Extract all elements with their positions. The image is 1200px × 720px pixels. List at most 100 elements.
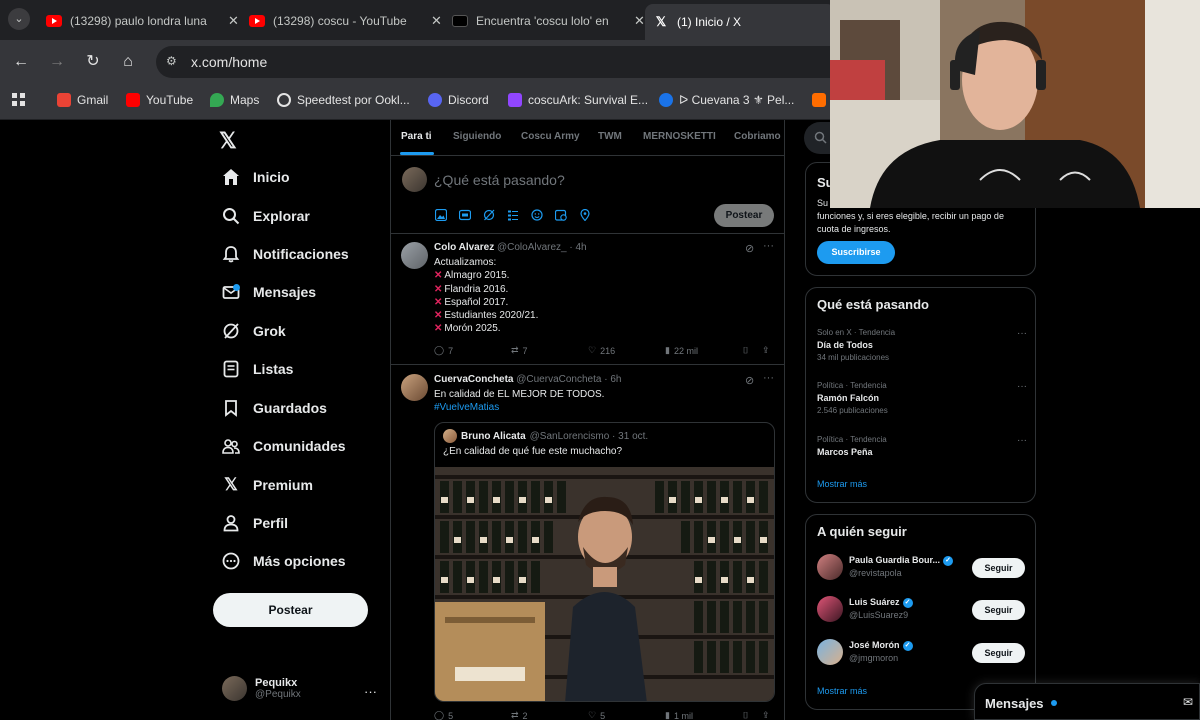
schedule-icon[interactable] bbox=[554, 208, 569, 222]
bookmark-cuevana[interactable]: ᐅ Cuevana 3 ⚜ Pel... bbox=[659, 93, 794, 107]
trend-item[interactable]: Política · Tendencia Marcos Peña ··· bbox=[817, 435, 1027, 457]
views-button[interactable]: ▮ 22 mil bbox=[665, 345, 698, 356]
list-icon bbox=[221, 359, 241, 379]
emoji-icon[interactable] bbox=[531, 208, 545, 222]
gif-icon[interactable] bbox=[458, 208, 473, 222]
bookmark-twitch[interactable]: coscuArk: Survival E... bbox=[508, 93, 648, 107]
composer-post-button[interactable]: Postear bbox=[714, 204, 774, 227]
bookmark-discord[interactable]: Discord bbox=[428, 93, 489, 107]
forward-arrow-icon[interactable]: → bbox=[46, 51, 68, 73]
more-icon[interactable]: ··· bbox=[1017, 435, 1027, 446]
browser-tab-active[interactable]: 𝕏 (1) Inicio / X bbox=[645, 4, 835, 40]
x-logo-icon[interactable]: 𝕏 bbox=[219, 128, 237, 154]
bookmark-overflow[interactable] bbox=[812, 93, 832, 107]
tab-twm[interactable]: TWM bbox=[598, 131, 622, 142]
grok-icon[interactable] bbox=[483, 208, 497, 222]
retweet-button[interactable]: ⇄ 2 bbox=[511, 710, 528, 720]
trend-item[interactable]: Solo en X · Tendencia Día de Todos 34 mi… bbox=[817, 328, 1027, 362]
tab-search-chevron-icon[interactable]: ⌄ bbox=[8, 8, 30, 30]
bookmark-icon[interactable]: ⌷ bbox=[743, 710, 748, 720]
suggestion-handle: @revistapola bbox=[849, 568, 902, 578]
location-icon[interactable] bbox=[579, 208, 593, 222]
reload-icon[interactable]: ↻ bbox=[82, 51, 104, 73]
follow-button[interactable]: Seguir bbox=[972, 643, 1025, 663]
sidebar-item-mensajes[interactable]: Mensajes bbox=[221, 278, 316, 306]
sidebar-item-listas[interactable]: Listas bbox=[221, 355, 293, 383]
sidebar-item-perfil[interactable]: Perfil bbox=[221, 509, 288, 537]
bookmark-gmail[interactable]: Gmail bbox=[57, 93, 108, 107]
browser-tab[interactable]: (13298) coscu - YouTube ✕ bbox=[249, 6, 442, 36]
sidebar-item-comunidades[interactable]: Comunidades bbox=[221, 432, 346, 460]
composer-input[interactable]: ¿Qué está pasando? bbox=[434, 172, 565, 188]
twitch-icon bbox=[508, 93, 522, 107]
home-icon[interactable]: ⌂ bbox=[117, 51, 139, 73]
grok-icon[interactable]: ⊘ bbox=[745, 374, 754, 387]
trend-posts: 34 mil publicaciones bbox=[817, 353, 890, 362]
follow-suggestion[interactable]: Paula Guardia Bour... ✓ @revistapola Segu… bbox=[817, 554, 1027, 582]
trend-item[interactable]: Política · Tendencia Ramón Falcón 2.546 … bbox=[817, 381, 1027, 415]
more-icon[interactable]: ··· bbox=[763, 240, 774, 252]
close-icon[interactable]: ✕ bbox=[431, 13, 442, 29]
sidebar-item-inicio[interactable]: Inicio bbox=[221, 163, 290, 191]
subscribe-button[interactable]: Suscribirse bbox=[817, 241, 895, 264]
apps-grid-icon[interactable] bbox=[12, 93, 26, 107]
avatar[interactable] bbox=[401, 242, 428, 269]
sidebar-item-notificaciones[interactable]: Notificaciones bbox=[221, 240, 349, 268]
show-more-link[interactable]: Mostrar más bbox=[817, 686, 867, 696]
sidebar-item-mas-opciones[interactable]: Más opciones bbox=[221, 547, 346, 575]
poll-icon[interactable] bbox=[507, 208, 521, 222]
post-button[interactable]: Postear bbox=[213, 593, 368, 627]
tweet-author-name[interactable]: Colo Alvarez bbox=[434, 242, 494, 253]
tab-cobriamo[interactable]: Cobriamo bbox=[734, 131, 781, 142]
quoted-photo[interactable] bbox=[435, 467, 774, 701]
follow-button[interactable]: Seguir bbox=[972, 558, 1025, 578]
follow-suggestion[interactable]: José Morón ✓ @jmgmoron Seguir bbox=[817, 639, 1027, 667]
follow-button[interactable]: Seguir bbox=[972, 600, 1025, 620]
sidebar-item-grok[interactable]: Grok bbox=[221, 317, 286, 345]
new-message-icon[interactable]: ✉ bbox=[1183, 695, 1193, 709]
tab-siguiendo[interactable]: Siguiendo bbox=[453, 131, 501, 142]
bookmark-icon bbox=[221, 398, 241, 418]
grok-icon[interactable]: ⊘ bbox=[745, 242, 754, 255]
hashtag-link[interactable]: #VuelveMatias bbox=[434, 401, 604, 414]
browser-tab[interactable]: (13298) paulo londra luna ✕ bbox=[46, 6, 239, 36]
bookmark-speedtest[interactable]: Speedtest por Ookl... bbox=[277, 93, 410, 107]
more-icon[interactable]: ··· bbox=[1017, 328, 1027, 339]
account-switcher[interactable]: Pequikx @Pequikx bbox=[222, 676, 301, 701]
bookmark-youtube[interactable]: YouTube bbox=[126, 93, 193, 107]
avatar[interactable] bbox=[401, 374, 428, 401]
tweet[interactable]: CuervaConcheta @CuervaConcheta · 6h ⊘ ··… bbox=[391, 366, 784, 720]
close-icon[interactable]: ✕ bbox=[634, 13, 645, 29]
tweet[interactable]: Colo Alvarez @ColoAlvarez_ · 4h ⊘ ··· Ac… bbox=[391, 234, 784, 365]
address-bar[interactable]: ⚙ x.com/home bbox=[156, 46, 856, 78]
quoted-tweet[interactable]: Bruno Alicata @SanLorencismo · 31 oct. ¿… bbox=[434, 422, 775, 702]
show-more-link[interactable]: Mostrar más bbox=[817, 479, 867, 489]
reply-button[interactable]: ◯ 7 bbox=[434, 345, 453, 356]
share-icon[interactable]: ⇪ bbox=[762, 345, 770, 356]
retweet-button[interactable]: ⇄ 7 bbox=[511, 345, 528, 356]
close-icon[interactable]: ✕ bbox=[228, 13, 239, 29]
sidebar-item-premium[interactable]: 𝕏 Premium bbox=[221, 471, 313, 499]
more-icon[interactable]: ··· bbox=[763, 372, 774, 384]
tab-para-ti[interactable]: Para ti bbox=[401, 131, 432, 142]
bookmark-maps[interactable]: Maps bbox=[210, 93, 259, 107]
views-button[interactable]: ▮ 1 mil bbox=[665, 710, 693, 720]
sidebar-item-guardados[interactable]: Guardados bbox=[221, 394, 327, 422]
browser-tab[interactable]: Encuentra 'coscu lolo' en ✕ bbox=[452, 6, 645, 36]
tweet-author-name[interactable]: CuervaConcheta bbox=[434, 374, 513, 385]
tab-mernosketti[interactable]: MERNOSKETTI bbox=[643, 131, 716, 142]
site-settings-icon[interactable]: ⚙ bbox=[166, 54, 182, 70]
messages-drawer[interactable]: Mensajes ✉ bbox=[974, 683, 1200, 720]
like-button[interactable]: ♡ 216 bbox=[588, 345, 615, 356]
tab-coscu-army[interactable]: Coscu Army bbox=[521, 131, 580, 142]
image-icon[interactable] bbox=[434, 208, 449, 222]
follow-suggestion[interactable]: Luis Suárez ✓ @LuisSuarez9 Seguir bbox=[817, 596, 1027, 624]
share-icon[interactable]: ⇪ bbox=[762, 710, 770, 720]
sidebar-item-explorar[interactable]: Explorar bbox=[221, 202, 310, 230]
reply-button[interactable]: ◯ 5 bbox=[434, 710, 453, 720]
more-icon[interactable]: ··· bbox=[364, 684, 377, 699]
like-button[interactable]: ♡ 5 bbox=[588, 710, 605, 720]
more-icon[interactable]: ··· bbox=[1017, 381, 1027, 392]
back-arrow-icon[interactable]: ← bbox=[10, 51, 32, 73]
bookmark-icon[interactable]: ⌷ bbox=[743, 345, 748, 356]
